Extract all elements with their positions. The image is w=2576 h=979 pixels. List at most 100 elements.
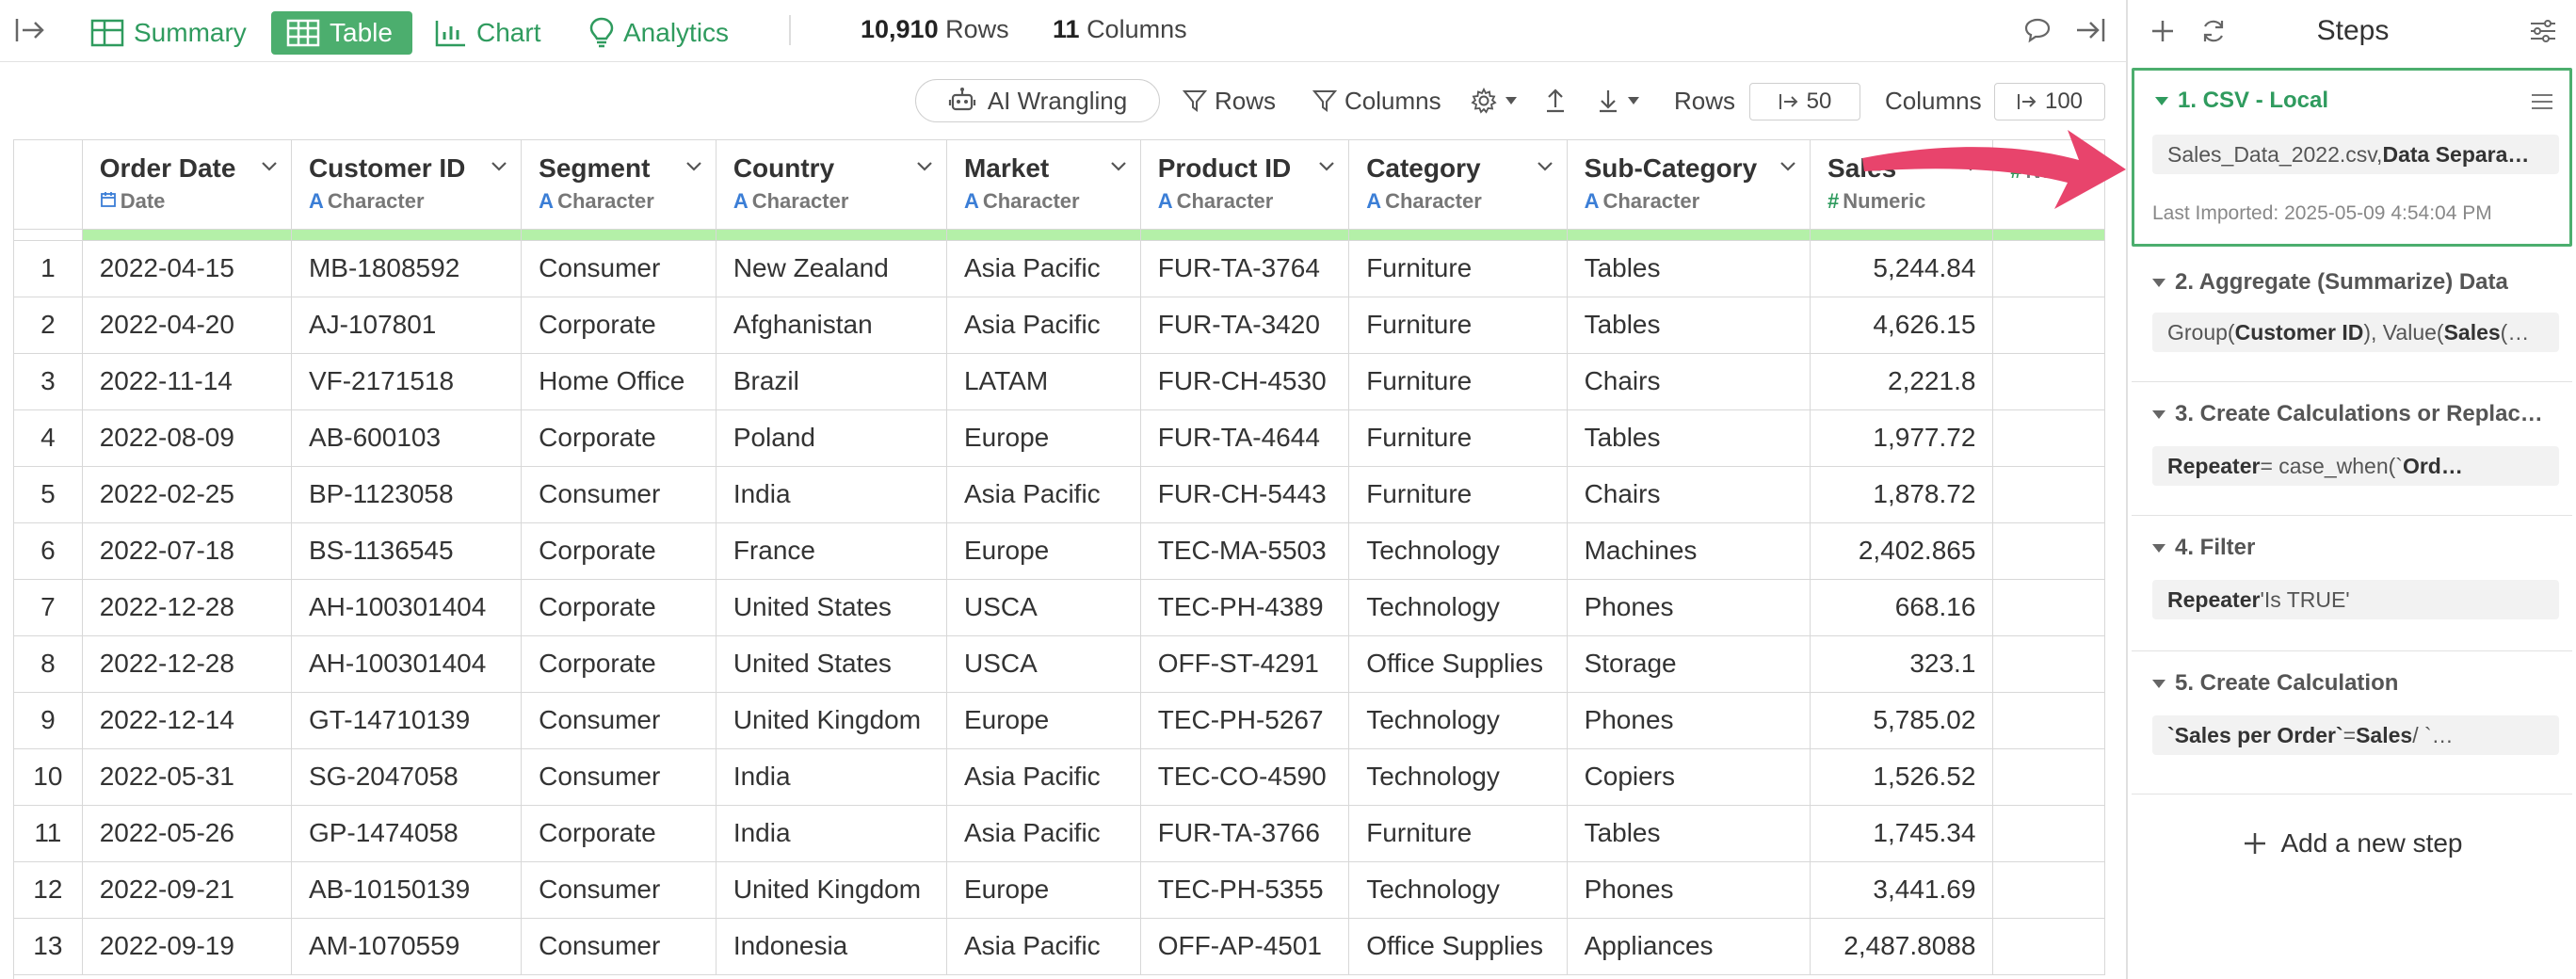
table-cell[interactable]: Tables (1567, 297, 1811, 354)
step-4-filter[interactable]: 4. Filter Repeater 'Is TRUE' (2132, 518, 2572, 651)
table-cell[interactable]: Chairs (1567, 353, 1811, 410)
table-cell[interactable]: Furniture (1348, 353, 1568, 410)
table-cell[interactable]: AB-10150139 (291, 861, 523, 919)
table-cell[interactable]: AH-100301404 (291, 635, 523, 693)
sliders-icon[interactable] (2527, 15, 2559, 47)
step-1-title[interactable]: 1. CSV - Local (2155, 88, 2328, 114)
table-cell[interactable]: Appliances (1567, 918, 1811, 975)
step-4-detail[interactable]: Repeater 'Is TRUE' (2152, 580, 2559, 619)
table-cell[interactable]: MB-1808592 (291, 240, 523, 297)
table-cell[interactable] (1992, 522, 2105, 580)
table-cell[interactable]: Corporate (521, 409, 716, 467)
table-cell[interactable] (1992, 579, 2105, 636)
table-cell[interactable]: TEC-CO-4590 (1140, 748, 1350, 806)
table-cell[interactable]: Machines (1567, 522, 1811, 580)
table-cell[interactable]: FUR-TA-3764 (1140, 240, 1350, 297)
table-cell[interactable]: OFF-AP-4501 (1140, 918, 1350, 975)
table-cell[interactable]: Consumer (521, 748, 716, 806)
chevron-down-icon[interactable] (491, 161, 507, 172)
row-number[interactable]: 1 (14, 240, 83, 297)
table-cell[interactable]: Europe (946, 692, 1141, 749)
add-new-step-button[interactable]: Add a new step (2128, 828, 2576, 859)
table-cell[interactable]: Poland (716, 409, 947, 467)
chevron-down-icon[interactable] (1110, 161, 1127, 172)
row-number[interactable]: 8 (14, 635, 83, 693)
table-cell[interactable]: 5,244.84 (1810, 240, 1994, 297)
table-cell[interactable]: Europe (946, 409, 1141, 467)
table-cell[interactable]: Corporate (521, 297, 716, 354)
table-cell[interactable] (1992, 240, 2105, 297)
column-header[interactable]: Market A Character (946, 140, 1141, 230)
table-cell[interactable]: Office Supplies (1348, 635, 1568, 693)
table-cell[interactable]: Technology (1348, 692, 1568, 749)
tab-table[interactable]: Table (271, 11, 412, 55)
table-cell[interactable]: India (716, 748, 947, 806)
tab-analytics[interactable]: Analytics (574, 11, 744, 55)
column-header[interactable]: Category A Character (1348, 140, 1568, 230)
column-header[interactable]: Product ID A Character (1140, 140, 1350, 230)
table-cell[interactable]: Tables (1567, 240, 1811, 297)
step-5-create-calculation[interactable]: 5. Create Calculation `Sales per Order` … (2132, 653, 2572, 794)
table-cell[interactable]: Corporate (521, 635, 716, 693)
step-3-detail[interactable]: Repeater = case_when(` Ord… (2152, 446, 2559, 486)
table-cell[interactable]: 2022-11-14 (82, 353, 292, 410)
row-number[interactable]: 2 (14, 297, 83, 354)
table-cell[interactable]: GP-1474058 (291, 805, 523, 862)
table-cell[interactable]: Corporate (521, 522, 716, 580)
table-cell[interactable]: India (716, 805, 947, 862)
step-1-csv-local[interactable]: 1. CSV - Local Sales_Data_2022.csv, Data… (2132, 68, 2572, 247)
table-cell[interactable]: TEC-MA-5503 (1140, 522, 1350, 580)
table-cell[interactable] (1992, 805, 2105, 862)
table-cell[interactable]: Technology (1348, 748, 1568, 806)
table-cell[interactable]: 1,526.52 (1810, 748, 1994, 806)
table-cell[interactable]: Afghanistan (716, 297, 947, 354)
table-cell[interactable] (1992, 297, 2105, 354)
comment-icon[interactable] (2019, 13, 2056, 47)
table-cell[interactable]: United Kingdom (716, 692, 947, 749)
column-header[interactable]: Sub-Category A Character (1567, 140, 1811, 230)
table-cell[interactable]: 2022-05-31 (82, 748, 292, 806)
table-cell[interactable]: OFF-ST-4291 (1140, 635, 1350, 693)
table-cell[interactable]: 2022-12-28 (82, 579, 292, 636)
table-cell[interactable]: Phones (1567, 692, 1811, 749)
table-cell[interactable]: United States (716, 579, 947, 636)
table-cell[interactable]: TEC-PH-5267 (1140, 692, 1350, 749)
table-cell[interactable]: 668.16 (1810, 579, 1994, 636)
step-2-aggregate[interactable]: 2. Aggregate (Summarize) Data Group( Cus… (2132, 252, 2572, 382)
row-number[interactable]: 10 (14, 748, 83, 806)
table-cell[interactable]: 1,745.34 (1810, 805, 1994, 862)
table-cell[interactable]: FUR-CH-4530 (1140, 353, 1350, 410)
table-cell[interactable]: Furniture (1348, 240, 1568, 297)
table-cell[interactable]: 2022-08-09 (82, 409, 292, 467)
step-5-title[interactable]: 5. Create Calculation (2152, 670, 2398, 697)
tab-chart[interactable]: Chart (420, 11, 555, 55)
chevron-down-icon[interactable] (1318, 161, 1335, 172)
table-cell[interactable]: 323.1 (1810, 635, 1994, 693)
table-cell[interactable] (1992, 861, 2105, 919)
table-cell[interactable]: France (716, 522, 947, 580)
expand-panel-icon[interactable] (11, 13, 49, 47)
table-cell[interactable]: Asia Pacific (946, 466, 1141, 523)
table-cell[interactable]: 2022-07-18 (82, 522, 292, 580)
table-cell[interactable]: 2,402.865 (1810, 522, 1994, 580)
table-cell[interactable]: GT-14710139 (291, 692, 523, 749)
table-cell[interactable]: Europe (946, 522, 1141, 580)
chevron-down-icon[interactable] (261, 161, 278, 172)
table-cell[interactable]: Europe (946, 861, 1141, 919)
table-cell[interactable]: Asia Pacific (946, 297, 1141, 354)
table-cell[interactable]: Corporate (521, 805, 716, 862)
table-cell[interactable]: TEC-PH-4389 (1140, 579, 1350, 636)
row-number[interactable]: 5 (14, 466, 83, 523)
table-cell[interactable]: Phones (1567, 861, 1811, 919)
table-cell[interactable]: Consumer (521, 466, 716, 523)
table-cell[interactable] (1992, 748, 2105, 806)
table-cell[interactable]: Furniture (1348, 466, 1568, 523)
step-2-title[interactable]: 2. Aggregate (Summarize) Data (2152, 269, 2508, 296)
table-cell[interactable]: AM-1070559 (291, 918, 523, 975)
export-button[interactable] (1544, 81, 1567, 120)
table-cell[interactable]: Indonesia (716, 918, 947, 975)
table-cell[interactable]: Technology (1348, 579, 1568, 636)
table-cell[interactable]: FUR-TA-3766 (1140, 805, 1350, 862)
row-number[interactable]: 9 (14, 692, 83, 749)
chevron-down-icon[interactable] (916, 161, 933, 172)
